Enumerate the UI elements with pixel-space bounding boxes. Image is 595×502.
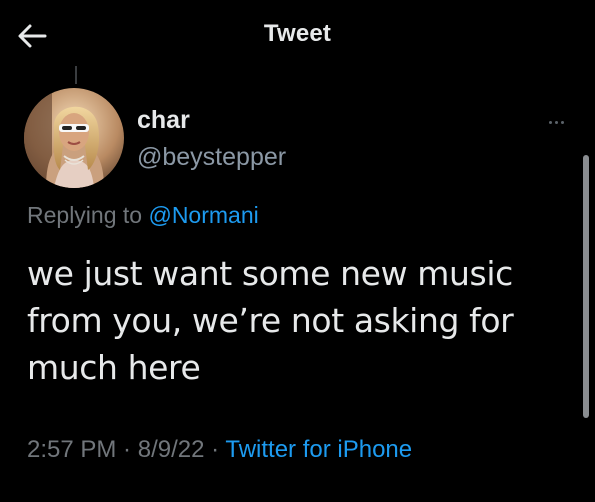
thread-connector-line [75, 66, 77, 84]
scrollbar[interactable] [583, 155, 589, 418]
top-bar: Tweet [0, 0, 595, 70]
more-options-button[interactable] [540, 112, 572, 132]
author-display-name[interactable]: char [137, 106, 190, 135]
replying-to-mention[interactable]: @Normani [148, 202, 258, 228]
meta-separator: · [116, 436, 138, 463]
page-title: Tweet [263, 20, 332, 47]
replying-to-line: Replying to @Normani [27, 202, 259, 229]
replying-to-label: Replying to [27, 202, 149, 228]
author-handle[interactable]: @beystepper [137, 143, 286, 172]
tweet-time[interactable]: 2:57 PM [27, 436, 116, 463]
tweet-source-link[interactable]: Twitter for iPhone [225, 436, 412, 463]
more-horizontal-icon [548, 120, 552, 124]
tweet-text: we just want some new music from you, we… [27, 254, 514, 387]
profile-photo [24, 88, 124, 188]
tweet-date[interactable]: 8/9/22 [138, 436, 205, 463]
tweet-metadata: 2:57 PM · 8/9/22 · Twitter for iPhone [27, 436, 412, 464]
avatar[interactable] [24, 88, 124, 188]
meta-separator: · [204, 436, 226, 463]
